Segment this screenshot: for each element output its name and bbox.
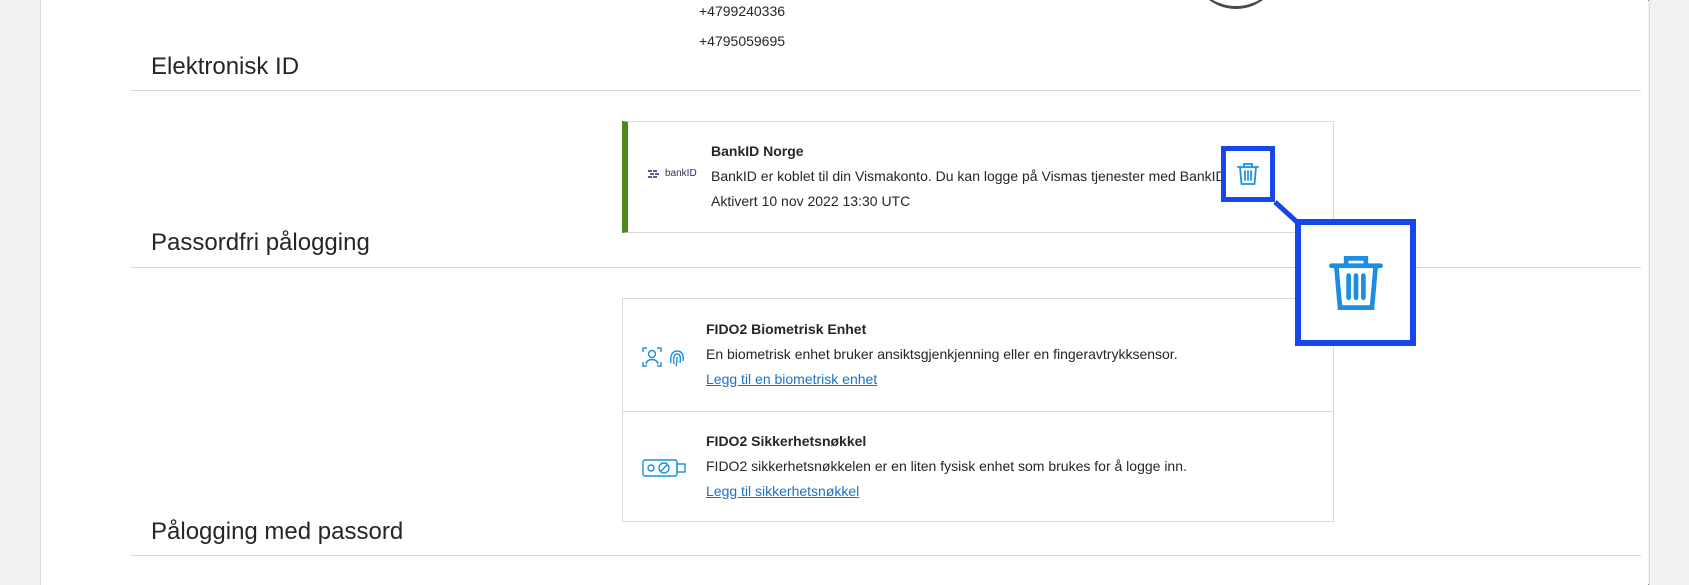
highlight-connector bbox=[1273, 200, 1299, 224]
trash-icon bbox=[1237, 163, 1259, 185]
trash-icon bbox=[1328, 255, 1383, 310]
zoomed-trash-callout bbox=[1295, 219, 1416, 346]
delete-bankid-button[interactable] bbox=[1221, 146, 1275, 202]
